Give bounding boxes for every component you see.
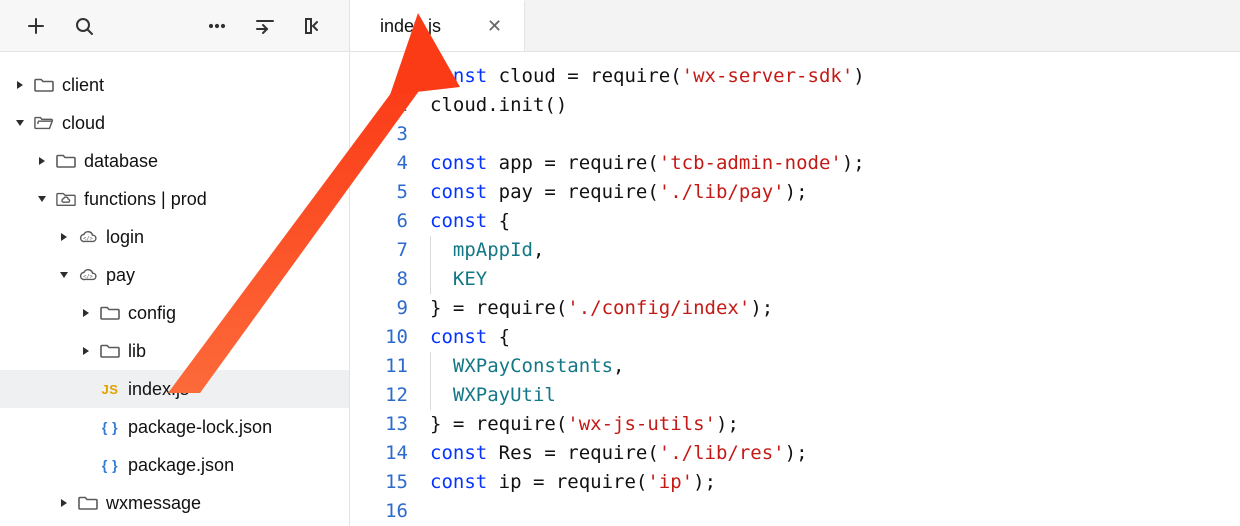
line-number: 6 xyxy=(350,207,408,236)
line-number: 3 xyxy=(350,120,408,149)
line-number: 4 xyxy=(350,149,408,178)
folder-icon xyxy=(100,303,120,323)
line-number: 12 xyxy=(350,381,408,410)
chevron-right-icon[interactable] xyxy=(14,79,26,91)
cloud-icon: </> xyxy=(78,265,98,285)
line-number: 13 xyxy=(350,410,408,439)
line-number: 7 xyxy=(350,236,408,265)
tree-item-label: lib xyxy=(128,341,146,362)
code-line[interactable]: const ip = require('ip'); xyxy=(430,468,1240,497)
chevron-right-icon[interactable] xyxy=(80,345,92,357)
code-line[interactable]: WXPayUtil xyxy=(430,381,1240,410)
toggle-sidebar-button[interactable] xyxy=(291,4,335,48)
tree-item-label: config xyxy=(128,303,176,324)
tree-item-index-js[interactable]: JS index.js xyxy=(0,370,349,408)
tree-item-login[interactable]: </> login xyxy=(0,218,349,256)
code-line[interactable]: KEY xyxy=(430,265,1240,294)
js-file-icon: JS xyxy=(100,379,120,399)
file-explorer[interactable]: client cloud database functions | prod <… xyxy=(0,52,350,526)
tree-item-lib[interactable]: lib xyxy=(0,332,349,370)
code-line[interactable]: const app = require('tcb-admin-node'); xyxy=(430,149,1240,178)
line-number: 8 xyxy=(350,265,408,294)
code-line[interactable]: const { xyxy=(430,323,1240,352)
search-button[interactable] xyxy=(62,4,106,48)
tree-item-package-json[interactable]: { } package.json xyxy=(0,446,349,484)
code-line[interactable] xyxy=(430,497,1240,526)
close-icon[interactable]: ✕ xyxy=(487,16,502,37)
code-line[interactable]: cloud.init() xyxy=(430,91,1240,120)
tree-item-wxmessage[interactable]: wxmessage xyxy=(0,484,349,522)
json-file-icon: { } xyxy=(100,455,120,475)
chevron-down-icon[interactable] xyxy=(14,117,26,129)
code-line[interactable]: const cloud = require('wx-server-sdk') xyxy=(430,62,1240,91)
chevron-down-icon[interactable] xyxy=(36,193,48,205)
line-number: 14 xyxy=(350,439,408,468)
code-line[interactable]: } = require('wx-js-utils'); xyxy=(430,410,1240,439)
code-line[interactable]: const Res = require('./lib/res'); xyxy=(430,439,1240,468)
svg-text:</>: </> xyxy=(83,236,94,242)
code-line[interactable]: const { xyxy=(430,207,1240,236)
line-number: 10 xyxy=(350,323,408,352)
collapse-panel-button[interactable] xyxy=(243,4,287,48)
chevron-right-icon[interactable] xyxy=(36,155,48,167)
tree-item-label: index.js xyxy=(128,379,189,400)
chevron-right-icon[interactable] xyxy=(80,307,92,319)
tree-item-client[interactable]: client xyxy=(0,66,349,104)
cloud-icon: </> xyxy=(78,227,98,247)
tree-item-config[interactable]: config xyxy=(0,294,349,332)
folder-open-icon xyxy=(34,113,54,133)
line-number: 5 xyxy=(350,178,408,207)
tab-label: index.js xyxy=(380,16,441,37)
code-area[interactable]: const cloud = require('wx-server-sdk')cl… xyxy=(430,62,1240,526)
folder-icon xyxy=(34,75,54,95)
code-line[interactable]: const pay = require('./lib/pay'); xyxy=(430,178,1240,207)
tree-item-label: functions | prod xyxy=(84,189,207,210)
more-actions-button[interactable] xyxy=(195,4,239,48)
line-number: 9 xyxy=(350,294,408,323)
explorer-action-bar xyxy=(0,0,350,52)
folder-icon xyxy=(100,341,120,361)
code-line[interactable]: mpAppId, xyxy=(430,236,1240,265)
chevron-right-icon[interactable] xyxy=(58,497,70,509)
tree-item-label: client xyxy=(62,75,104,96)
tree-item-label: database xyxy=(84,151,158,172)
folder-icon xyxy=(56,151,76,171)
tree-item-label: login xyxy=(106,227,144,248)
code-line[interactable]: WXPayConstants, xyxy=(430,352,1240,381)
tree-item-label: package-lock.json xyxy=(128,417,272,438)
tree-item-label: pay xyxy=(106,265,135,286)
chevron-right-icon[interactable] xyxy=(58,231,70,243)
svg-text:</>: </> xyxy=(83,274,94,280)
tree-item-label: wxmessage xyxy=(106,493,201,514)
cloud-folder-icon xyxy=(56,189,76,209)
tab-index-js[interactable]: index.js ✕ xyxy=(350,0,525,51)
tree-item-label: package.json xyxy=(128,455,234,476)
tree-item-database[interactable]: database xyxy=(0,142,349,180)
new-file-button[interactable] xyxy=(14,4,58,48)
tree-item-package-lock-json[interactable]: { } package-lock.json xyxy=(0,408,349,446)
line-gutter: 12345678910111213141516 xyxy=(350,62,430,526)
line-number: 16 xyxy=(350,497,408,526)
json-file-icon: { } xyxy=(100,417,120,437)
tree-item-cloud[interactable]: cloud xyxy=(0,104,349,142)
line-number: 1 xyxy=(350,62,408,91)
line-number: 11 xyxy=(350,352,408,381)
editor-tab-bar: index.js ✕ xyxy=(350,0,1240,52)
chevron-down-icon[interactable] xyxy=(58,269,70,281)
line-number: 15 xyxy=(350,468,408,497)
code-line[interactable]: } = require('./config/index'); xyxy=(430,294,1240,323)
line-number: 2 xyxy=(350,91,408,120)
tree-item-pay[interactable]: </> pay xyxy=(0,256,349,294)
code-editor[interactable]: 12345678910111213141516 const cloud = re… xyxy=(350,52,1240,526)
folder-icon xyxy=(78,493,98,513)
tree-item-label: cloud xyxy=(62,113,105,134)
code-line[interactable] xyxy=(430,120,1240,149)
tree-item-functions-prod[interactable]: functions | prod xyxy=(0,180,349,218)
